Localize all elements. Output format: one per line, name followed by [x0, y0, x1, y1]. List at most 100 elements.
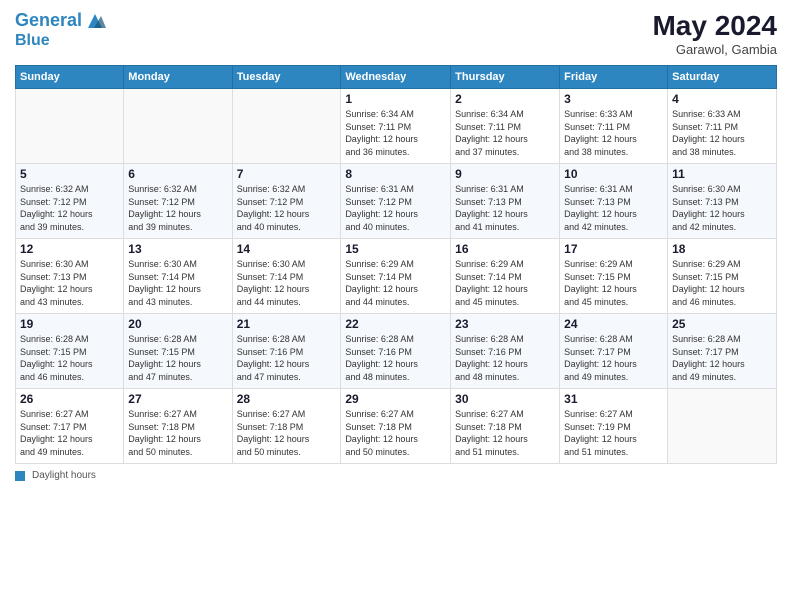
logo: General Blue: [15, 10, 106, 50]
calendar-cell: 25 Sunrise: 6:28 AM Sunset: 7:17 PM Dayli…: [668, 314, 777, 389]
day-info: Sunrise: 6:28 AM Sunset: 7:17 PM Dayligh…: [672, 333, 772, 383]
day-number: 12: [20, 242, 119, 256]
calendar-cell: 4Sunrise: 6:33 AM Sunset: 7:11 PM Daylig…: [668, 89, 777, 164]
day-number: 28: [237, 392, 337, 406]
day-info: Sunrise: 6:33 AM Sunset: 7:11 PM Dayligh…: [564, 108, 663, 158]
day-number: 13: [128, 242, 227, 256]
day-number: 23: [455, 317, 555, 331]
calendar-cell: 26 Sunrise: 6:27 AM Sunset: 7:17 PM Dayli…: [16, 389, 124, 464]
day-info: Sunrise: 6:34 AM Sunset: 7:11 PM Dayligh…: [455, 108, 555, 158]
footer-label: Daylight hours: [32, 470, 96, 481]
day-info: Sunrise: 6:30 AM Sunset: 7:14 PM Dayligh…: [237, 258, 337, 308]
day-info: Sunrise: 6:27 AM Sunset: 7:18 PM Dayligh…: [345, 408, 446, 458]
day-number: 8: [345, 167, 446, 181]
day-number: 27: [128, 392, 227, 406]
day-number: 30: [455, 392, 555, 406]
calendar-cell: 18Sunrise: 6:29 AM Sunset: 7:15 PM Dayli…: [668, 239, 777, 314]
calendar-cell: 2 Sunrise: 6:34 AM Sunset: 7:11 PM Daylig…: [451, 89, 560, 164]
footer-dot: [15, 471, 25, 481]
calendar-cell: 6 Sunrise: 6:32 AM Sunset: 7:12 PM Daylig…: [124, 164, 232, 239]
calendar-cell: 11Sunrise: 6:30 AM Sunset: 7:13 PM Dayli…: [668, 164, 777, 239]
day-number: 15: [345, 242, 446, 256]
weekday-header: Sunday: [16, 66, 124, 89]
day-info: Sunrise: 6:29 AM Sunset: 7:15 PM Dayligh…: [672, 258, 772, 308]
day-info: Sunrise: 6:30 AM Sunset: 7:13 PM Dayligh…: [20, 258, 119, 308]
calendar-cell: 12 Sunrise: 6:30 AM Sunset: 7:13 PM Dayli…: [16, 239, 124, 314]
calendar-cell: 3 Sunrise: 6:33 AM Sunset: 7:11 PM Daylig…: [560, 89, 668, 164]
day-number: 24: [564, 317, 663, 331]
calendar-cell: 20 Sunrise: 6:28 AM Sunset: 7:15 PM Dayli…: [124, 314, 232, 389]
calendar-week-row: 1Sunrise: 6:34 AM Sunset: 7:11 PM Daylig…: [16, 89, 777, 164]
day-number: 31: [564, 392, 663, 406]
day-info: Sunrise: 6:28 AM Sunset: 7:16 PM Dayligh…: [455, 333, 555, 383]
day-info: Sunrise: 6:32 AM Sunset: 7:12 PM Dayligh…: [128, 183, 227, 233]
calendar-table: SundayMondayTuesdayWednesdayThursdayFrid…: [15, 65, 777, 464]
day-number: 14: [237, 242, 337, 256]
calendar-cell: 10 Sunrise: 6:31 AM Sunset: 7:13 PM Dayli…: [560, 164, 668, 239]
calendar-cell: 14 Sunrise: 6:30 AM Sunset: 7:14 PM Dayli…: [232, 239, 341, 314]
day-number: 20: [128, 317, 227, 331]
day-info: Sunrise: 6:31 AM Sunset: 7:12 PM Dayligh…: [345, 183, 446, 233]
day-info: Sunrise: 6:27 AM Sunset: 7:18 PM Dayligh…: [455, 408, 555, 458]
day-number: 6: [128, 167, 227, 181]
day-number: 21: [237, 317, 337, 331]
day-info: Sunrise: 6:29 AM Sunset: 7:14 PM Dayligh…: [345, 258, 446, 308]
day-number: 22: [345, 317, 446, 331]
day-info: Sunrise: 6:27 AM Sunset: 7:17 PM Dayligh…: [20, 408, 119, 458]
day-number: 7: [237, 167, 337, 181]
day-number: 16: [455, 242, 555, 256]
day-info: Sunrise: 6:29 AM Sunset: 7:15 PM Dayligh…: [564, 258, 663, 308]
calendar-cell: 22Sunrise: 6:28 AM Sunset: 7:16 PM Dayli…: [341, 314, 451, 389]
day-info: Sunrise: 6:28 AM Sunset: 7:16 PM Dayligh…: [237, 333, 337, 383]
calendar-cell: 5Sunrise: 6:32 AM Sunset: 7:12 PM Daylig…: [16, 164, 124, 239]
weekday-header: Monday: [124, 66, 232, 89]
weekday-header: Thursday: [451, 66, 560, 89]
title-block: May 2024 Garawol, Gambia: [652, 10, 777, 57]
calendar-week-row: 19Sunrise: 6:28 AM Sunset: 7:15 PM Dayli…: [16, 314, 777, 389]
day-info: Sunrise: 6:31 AM Sunset: 7:13 PM Dayligh…: [455, 183, 555, 233]
logo-text: General: [15, 11, 82, 31]
calendar-week-row: 26 Sunrise: 6:27 AM Sunset: 7:17 PM Dayli…: [16, 389, 777, 464]
day-info: Sunrise: 6:27 AM Sunset: 7:19 PM Dayligh…: [564, 408, 663, 458]
calendar-week-row: 5Sunrise: 6:32 AM Sunset: 7:12 PM Daylig…: [16, 164, 777, 239]
calendar-cell: 1Sunrise: 6:34 AM Sunset: 7:11 PM Daylig…: [341, 89, 451, 164]
day-number: 26: [20, 392, 119, 406]
logo-subtext: Blue: [15, 32, 106, 50]
calendar-cell: 23 Sunrise: 6:28 AM Sunset: 7:16 PM Dayli…: [451, 314, 560, 389]
calendar-cell: 28 Sunrise: 6:27 AM Sunset: 7:18 PM Dayli…: [232, 389, 341, 464]
calendar-cell: 8 Sunrise: 6:31 AM Sunset: 7:12 PM Daylig…: [341, 164, 451, 239]
day-info: Sunrise: 6:27 AM Sunset: 7:18 PM Dayligh…: [237, 408, 337, 458]
day-number: 2: [455, 92, 555, 106]
day-info: Sunrise: 6:31 AM Sunset: 7:13 PM Dayligh…: [564, 183, 663, 233]
day-info: Sunrise: 6:33 AM Sunset: 7:11 PM Dayligh…: [672, 108, 772, 158]
day-info: Sunrise: 6:28 AM Sunset: 7:17 PM Dayligh…: [564, 333, 663, 383]
logo-icon: [84, 10, 106, 32]
day-number: 25: [672, 317, 772, 331]
header: General Blue May 2024 Garawol, Gambia: [15, 10, 777, 57]
calendar-cell: 31 Sunrise: 6:27 AM Sunset: 7:19 PM Dayli…: [560, 389, 668, 464]
calendar-week-row: 12 Sunrise: 6:30 AM Sunset: 7:13 PM Dayli…: [16, 239, 777, 314]
calendar-cell: 9Sunrise: 6:31 AM Sunset: 7:13 PM Daylig…: [451, 164, 560, 239]
day-info: Sunrise: 6:28 AM Sunset: 7:15 PM Dayligh…: [20, 333, 119, 383]
day-number: 29: [345, 392, 446, 406]
day-number: 11: [672, 167, 772, 181]
day-info: Sunrise: 6:28 AM Sunset: 7:15 PM Dayligh…: [128, 333, 227, 383]
calendar-cell: [16, 89, 124, 164]
calendar-header-row: SundayMondayTuesdayWednesdayThursdayFrid…: [16, 66, 777, 89]
day-info: Sunrise: 6:29 AM Sunset: 7:14 PM Dayligh…: [455, 258, 555, 308]
calendar-cell: 16 Sunrise: 6:29 AM Sunset: 7:14 PM Dayli…: [451, 239, 560, 314]
calendar-cell: [668, 389, 777, 464]
day-info: Sunrise: 6:27 AM Sunset: 7:18 PM Dayligh…: [128, 408, 227, 458]
page: General Blue May 2024 Garawol, Gambia Su…: [0, 0, 792, 612]
day-info: Sunrise: 6:32 AM Sunset: 7:12 PM Dayligh…: [20, 183, 119, 233]
footer: Daylight hours: [15, 470, 777, 481]
day-number: 3: [564, 92, 663, 106]
day-number: 10: [564, 167, 663, 181]
day-number: 17: [564, 242, 663, 256]
day-info: Sunrise: 6:32 AM Sunset: 7:12 PM Dayligh…: [237, 183, 337, 233]
month-year: May 2024: [652, 10, 777, 42]
day-info: Sunrise: 6:34 AM Sunset: 7:11 PM Dayligh…: [345, 108, 446, 158]
calendar-cell: 27 Sunrise: 6:27 AM Sunset: 7:18 PM Dayli…: [124, 389, 232, 464]
calendar-cell: [232, 89, 341, 164]
calendar-cell: 19Sunrise: 6:28 AM Sunset: 7:15 PM Dayli…: [16, 314, 124, 389]
